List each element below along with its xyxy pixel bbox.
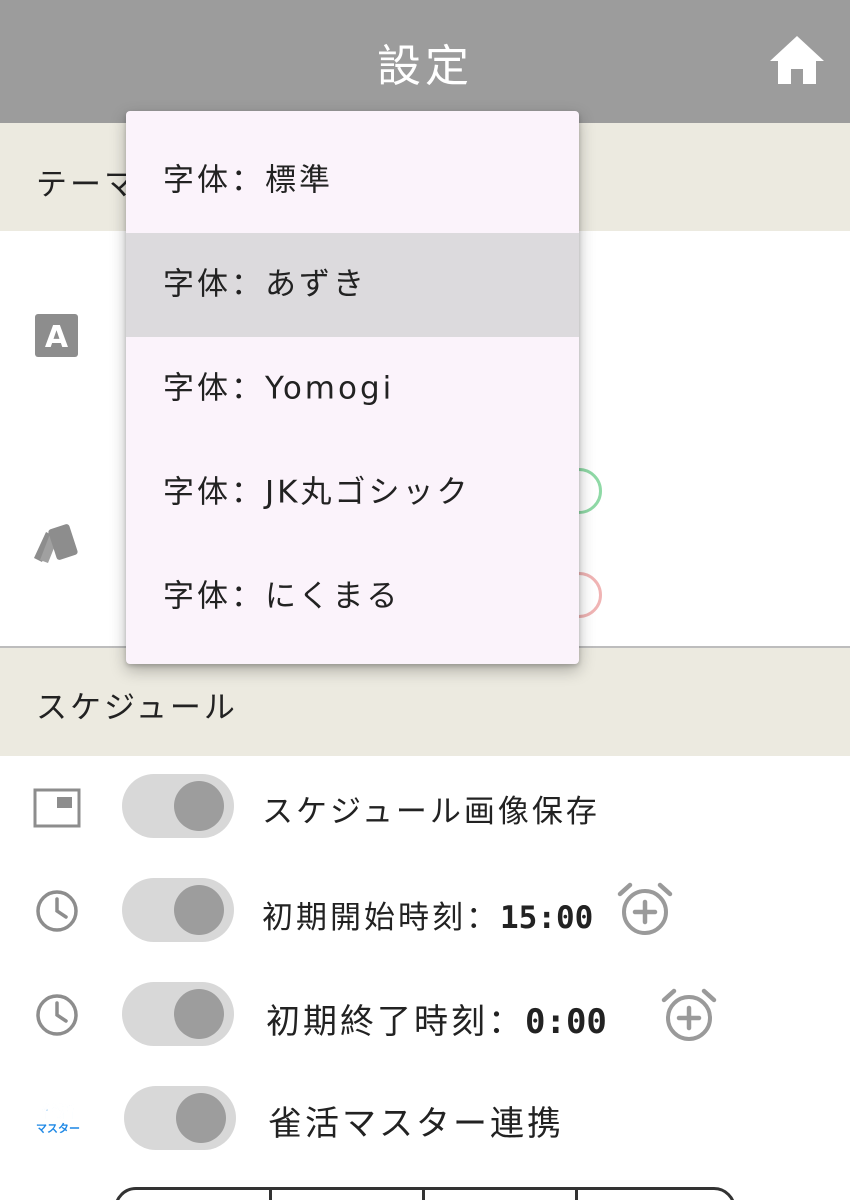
app-bar: 設定 <box>0 0 850 123</box>
swatch-icon <box>32 522 80 564</box>
image-save-toggle[interactable] <box>122 774 234 838</box>
page-title: 設定 <box>377 41 473 92</box>
alarm-add-icon[interactable] <box>661 986 717 1044</box>
font-option-label: 字体：Yomogi <box>163 370 395 407</box>
image-save-label: スケジュール画像保存 <box>262 794 600 830</box>
font-option-label: 字体：あずき <box>163 266 367 303</box>
schedule-section-label: スケジュール <box>36 690 238 726</box>
font-option-jk-maru-gothic[interactable]: 字体：JK丸ゴシック <box>126 441 579 545</box>
font-option-standard[interactable]: 字体：標準 <box>126 129 579 233</box>
logo-text-line1: 雀活 <box>41 1102 74 1121</box>
font-option-nikumaru[interactable]: 字体：にくまる <box>126 545 579 649</box>
end-time-toggle[interactable] <box>122 982 234 1046</box>
toggle-knob <box>174 989 224 1039</box>
end-time-value: 0:00 <box>525 1002 607 1042</box>
start-time-toggle[interactable] <box>122 878 234 942</box>
home-icon <box>770 36 824 84</box>
font-option-label: 字体：にくまる <box>163 578 401 615</box>
home-button[interactable] <box>768 34 826 86</box>
toggle-knob <box>176 1093 226 1143</box>
start-time-label: 初期開始時刻：15:00 <box>262 892 593 937</box>
clock-icon <box>35 993 79 1037</box>
alarm-add-icon[interactable] <box>617 880 673 938</box>
toggle-knob <box>174 885 224 935</box>
end-time-text: 初期終了時刻： <box>266 1002 525 1042</box>
start-time-text: 初期開始時刻： <box>262 900 500 936</box>
jankatsu-toggle[interactable] <box>124 1086 236 1150</box>
jankatsu-label: 雀活マスター連携 <box>268 1104 564 1144</box>
font-option-yomogi[interactable]: 字体：Yomogi <box>126 337 579 441</box>
end-time-label: 初期終了時刻：0:00 <box>266 994 607 1043</box>
theme-section-label: テーマ <box>36 167 138 203</box>
segmented-control[interactable] <box>114 1187 736 1200</box>
logo-text-line2: マスター <box>36 1122 80 1135</box>
font-dropdown-menu: 字体：標準 字体：あずき 字体：Yomogi 字体：JK丸ゴシック 字体：にくま… <box>126 111 579 664</box>
font-option-label: 字体：標準 <box>163 162 333 199</box>
font-option-azuki[interactable]: 字体：あずき <box>126 233 579 337</box>
font-option-label: 字体：JK丸ゴシック <box>163 474 471 511</box>
svg-text:A: A <box>45 320 69 355</box>
clock-icon <box>35 889 79 933</box>
start-time-value: 15:00 <box>500 900 594 936</box>
font-a-icon: A <box>35 314 78 357</box>
toggle-knob <box>174 781 224 831</box>
jankatsu-logo: 雀活 マスター <box>34 1100 82 1136</box>
image-icon <box>33 788 81 828</box>
